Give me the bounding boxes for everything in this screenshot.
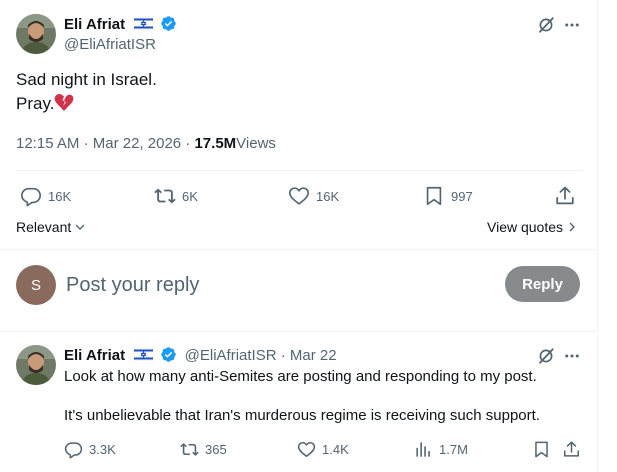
reply-date[interactable]: Mar 22 [290, 347, 337, 364]
user-avatar[interactable]: S [16, 265, 56, 305]
chevron-right-icon [569, 222, 575, 232]
heart-icon [297, 442, 316, 457]
share-icon [564, 441, 579, 457]
chevron-down-icon [75, 224, 85, 230]
reply-author-handle[interactable]: @EliAfriatISR [185, 347, 277, 364]
bookmark-action[interactable]: 997 [423, 185, 473, 207]
views-label: Views [236, 135, 276, 152]
reply-button[interactable]: Reply [505, 266, 580, 302]
reply-repost-action[interactable]: 365 [180, 440, 227, 459]
more-options-icon[interactable] [561, 345, 583, 367]
bookmark-icon [426, 186, 442, 206]
separator-dot: · [185, 135, 191, 152]
reply-author-row: Eli Afriat @EliAfriatISR · Mar 22 [64, 346, 337, 367]
share-icon [556, 186, 574, 205]
share-action[interactable] [554, 185, 576, 207]
post-time[interactable]: 12:15 AM [16, 135, 79, 152]
grok-icon[interactable] [535, 14, 557, 36]
reply-views-count: 1.7M [439, 442, 468, 457]
reply-bookmark-action[interactable] [532, 440, 551, 459]
like-action[interactable]: 16K [288, 185, 339, 207]
views-count: 17.5M [194, 135, 237, 152]
more-options-icon[interactable] [561, 14, 583, 36]
post-text-line-2: Pray. [16, 92, 74, 119]
view-quotes-label: View quotes [487, 219, 564, 235]
repost-icon [154, 188, 176, 204]
israel-flag-icon [134, 16, 154, 34]
broken-heart-icon [54, 93, 74, 119]
reply-share-action[interactable] [562, 440, 581, 459]
repost-action[interactable]: 6K [154, 185, 198, 207]
separator-dot: · [83, 135, 89, 152]
author-name[interactable]: Eli Afriat [64, 16, 125, 33]
post-timestamp-row: 12:15 AM · Mar 22, 2026 · 17.5MViews [16, 135, 276, 152]
grok-icon[interactable] [535, 345, 557, 367]
reply-composer-input[interactable]: Post your reply [66, 272, 486, 298]
reply-like-action[interactable]: 1.4K [297, 440, 349, 459]
reply-views-action[interactable]: 1.7M [414, 440, 468, 459]
avatar-letter: S [30, 276, 41, 294]
divider [0, 331, 598, 332]
author-name-row[interactable]: Eli Afriat [64, 15, 177, 36]
author-avatar[interactable] [16, 14, 56, 54]
sort-label: Relevant [16, 219, 72, 235]
views-chart-icon [416, 442, 430, 457]
reply-text-line-2: It's unbelievable that Iran's murderous … [64, 407, 540, 424]
reply-repost-count: 365 [205, 442, 227, 457]
repost-icon [180, 443, 199, 456]
divider [16, 170, 582, 171]
verified-badge-icon [160, 346, 177, 367]
israel-flag-icon [134, 347, 154, 365]
reply-author-avatar[interactable] [16, 345, 56, 385]
sort-dropdown[interactable]: Relevant [16, 219, 85, 235]
reply-icon [64, 442, 83, 459]
reply-count: 16K [48, 188, 72, 204]
post-text-pray: Pray. [16, 94, 55, 113]
reply-text-line-1: Look at how many anti-Semites are postin… [64, 368, 537, 385]
like-count: 16K [316, 188, 340, 204]
reply-author-name[interactable]: Eli Afriat [64, 347, 125, 364]
bookmark-count: 997 [451, 188, 473, 204]
author-handle[interactable]: @EliAfriatISR [64, 36, 156, 53]
divider [0, 249, 598, 250]
timeline-column: Eli Afriat @EliAfriatISR Sad night in Is… [0, 0, 598, 472]
repost-count: 6K [182, 188, 198, 204]
reply-reply-count: 3.3K [89, 442, 116, 457]
view-quotes-link[interactable]: View quotes [487, 219, 576, 235]
heart-icon [289, 187, 309, 205]
reply-action[interactable]: 16K [20, 185, 71, 207]
separator-dot: · [280, 347, 286, 364]
verified-badge-icon [160, 15, 177, 36]
bookmark-icon [535, 441, 548, 458]
reply-icon [21, 187, 41, 207]
post-text-line-1: Sad night in Israel. [16, 70, 157, 89]
reply-reply-action[interactable]: 3.3K [64, 440, 116, 459]
post-date[interactable]: Mar 22, 2026 [93, 135, 181, 152]
reply-like-count: 1.4K [322, 442, 349, 457]
